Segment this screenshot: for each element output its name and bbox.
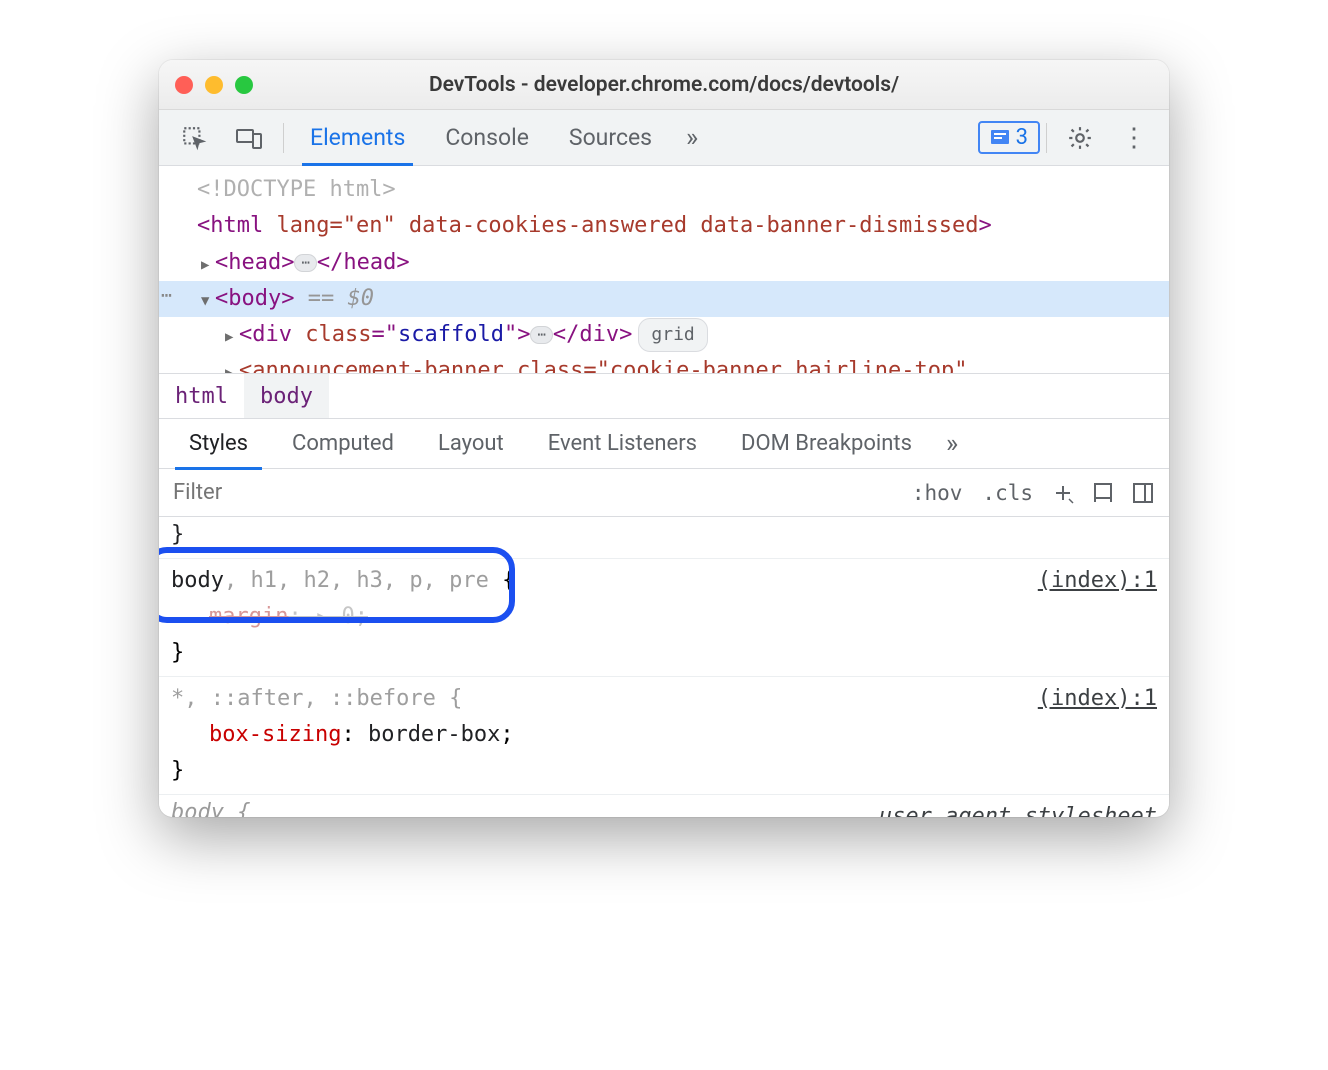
toolbar-divider — [1046, 123, 1047, 153]
breadcrumb-bar: html body — [159, 373, 1169, 419]
close-window-button[interactable] — [175, 76, 193, 94]
format-icon[interactable] — [1083, 481, 1123, 505]
hov-toggle[interactable]: :hov — [902, 481, 973, 505]
style-rule-ua[interactable]: user agent stylesheet body { — [159, 795, 1169, 817]
tab-elements[interactable]: Elements — [290, 110, 425, 166]
issues-icon — [990, 129, 1010, 147]
new-style-rule-icon[interactable] — [1043, 481, 1083, 505]
breadcrumb-body[interactable]: body — [244, 374, 329, 418]
kebab-menu-icon[interactable]: ⋮ — [1107, 110, 1161, 166]
ua-stylesheet-label: user agent stylesheet — [879, 799, 1157, 817]
tab-sources[interactable]: Sources — [549, 110, 672, 166]
styles-filter-bar: :hov .cls — [159, 469, 1169, 517]
rule-source-link[interactable]: (index):1 — [1038, 681, 1157, 717]
dom-tree[interactable]: <!DOCTYPE html> <html lang="en" data-coo… — [159, 166, 1169, 373]
ellipsis-icon[interactable]: ⋯ — [294, 254, 316, 272]
computed-sidebar-icon[interactable] — [1123, 481, 1169, 505]
titlebar: DevTools - developer.chrome.com/docs/dev… — [159, 60, 1169, 110]
grid-badge[interactable]: grid — [638, 318, 707, 352]
tab-console[interactable]: Console — [425, 110, 549, 166]
dom-partial-line[interactable]: ▶<announcement-banner class="cookie-bann… — [159, 353, 1169, 373]
settings-icon[interactable] — [1053, 110, 1107, 166]
subtab-event-listeners[interactable]: Event Listeners — [526, 419, 719, 469]
style-declaration-margin[interactable]: margin: ▸ 0; — [171, 604, 368, 629]
dom-doctype[interactable]: <!DOCTYPE html> — [159, 172, 1169, 208]
dom-head[interactable]: ▶<head>⋯</head> — [159, 245, 1169, 281]
subtab-dom-breakpoints[interactable]: DOM Breakpoints — [719, 419, 934, 469]
main-toolbar: Elements Console Sources » 3 ⋮ — [159, 110, 1169, 166]
style-rule-universal[interactable]: (index):1 *, ::after, ::before { box-siz… — [159, 677, 1169, 795]
subtab-layout[interactable]: Layout — [416, 419, 526, 469]
issues-count: 3 — [1016, 125, 1028, 150]
styles-filter-input[interactable] — [159, 480, 902, 505]
ellipsis-icon[interactable]: ⋯ — [530, 326, 552, 344]
dom-html-open[interactable]: <html lang="en" data-cookies-answered da… — [159, 208, 1169, 244]
styles-subtabs: Styles Computed Layout Event Listeners D… — [159, 419, 1169, 469]
toolbar-divider — [283, 123, 284, 153]
style-declaration-box-sizing[interactable]: box-sizing: border-box; — [171, 722, 514, 747]
dom-div-scaffold[interactable]: ▶<div class="scaffold">⋯</div>grid — [159, 317, 1169, 353]
devtools-window: DevTools - developer.chrome.com/docs/dev… — [159, 60, 1169, 817]
rule-source-link[interactable]: (index):1 — [1038, 563, 1157, 599]
window-title: DevTools - developer.chrome.com/docs/dev… — [159, 73, 1169, 97]
cls-toggle[interactable]: .cls — [972, 481, 1043, 505]
issues-button[interactable]: 3 — [978, 121, 1040, 154]
subtab-styles[interactable]: Styles — [167, 419, 270, 469]
styles-pane: } (index):1 body, h1, h2, h3, p, pre { m… — [159, 517, 1169, 816]
dom-body-selected[interactable]: ▼<body> == $0 — [159, 281, 1169, 317]
traffic-lights — [175, 76, 253, 94]
subtab-computed[interactable]: Computed — [270, 419, 416, 469]
minimize-window-button[interactable] — [205, 76, 223, 94]
more-tabs-icon[interactable]: » — [672, 110, 712, 166]
inspect-element-icon[interactable] — [167, 110, 221, 166]
maximize-window-button[interactable] — [235, 76, 253, 94]
more-subtabs-icon[interactable]: » — [934, 419, 970, 469]
device-toggle-icon[interactable] — [221, 110, 277, 166]
style-rule-body[interactable]: (index):1 body, h1, h2, h3, p, pre { mar… — [159, 559, 1169, 677]
breadcrumb-html[interactable]: html — [159, 374, 244, 418]
style-rule-fragment[interactable]: } — [159, 517, 1169, 558]
